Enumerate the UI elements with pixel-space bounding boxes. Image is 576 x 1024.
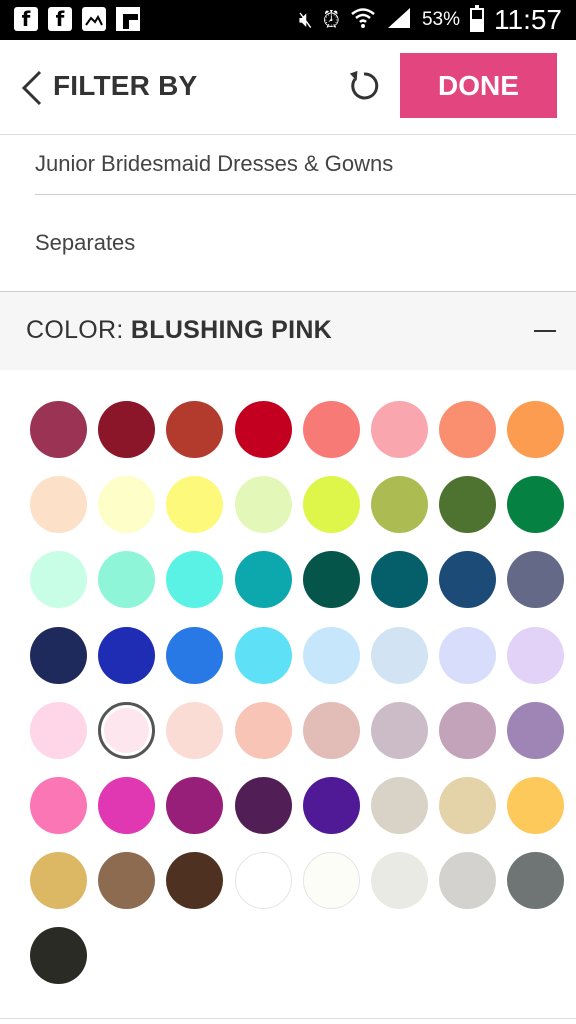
battery-percent: 53% bbox=[421, 9, 460, 30]
color-swatch-grid bbox=[0, 370, 576, 1010]
color-swatch-selected[interactable] bbox=[98, 701, 156, 759]
color-swatch[interactable] bbox=[30, 626, 87, 684]
mute-icon: 🔇︎ bbox=[298, 7, 313, 33]
color-swatch[interactable] bbox=[371, 401, 428, 458]
done-button[interactable]: DONE bbox=[400, 53, 557, 118]
color-swatch[interactable] bbox=[30, 551, 87, 609]
flipboard-icon bbox=[116, 7, 140, 31]
color-swatch[interactable] bbox=[302, 701, 360, 759]
divider bbox=[0, 1018, 576, 1019]
color-swatch[interactable] bbox=[439, 476, 497, 534]
signal-icon bbox=[386, 6, 412, 35]
color-swatch[interactable] bbox=[371, 777, 428, 834]
color-swatch[interactable] bbox=[30, 401, 87, 458]
facebook-icon: f bbox=[48, 7, 72, 31]
color-swatch[interactable] bbox=[166, 701, 224, 759]
color-swatch[interactable] bbox=[439, 626, 497, 684]
color-swatch[interactable] bbox=[507, 401, 565, 458]
color-swatch[interactable] bbox=[371, 701, 428, 759]
color-swatch[interactable] bbox=[166, 476, 224, 534]
status-bar: f f 🔇︎ ⏰︎ 53% 11:57 bbox=[0, 0, 576, 40]
color-filter-header[interactable]: COLOR: BLUSHING PINK bbox=[0, 292, 576, 370]
color-swatch[interactable] bbox=[439, 852, 497, 910]
list-item[interactable]: Separates bbox=[35, 195, 576, 291]
color-swatch[interactable] bbox=[302, 626, 360, 684]
color-swatch[interactable] bbox=[507, 701, 565, 759]
color-swatch[interactable] bbox=[439, 701, 497, 759]
list-item[interactable]: Junior Bridesmaid Dresses & Gowns bbox=[35, 134, 576, 195]
color-swatch[interactable] bbox=[507, 777, 565, 834]
filter-header: FILTER BY DONE bbox=[0, 40, 576, 135]
alarm-icon: ⏰︎ bbox=[322, 7, 340, 33]
collapse-minus-icon[interactable] bbox=[534, 330, 556, 332]
color-swatch[interactable] bbox=[234, 551, 292, 609]
color-swatch[interactable] bbox=[30, 701, 87, 759]
color-swatch[interactable] bbox=[371, 551, 428, 609]
list-item-label: Junior Bridesmaid Dresses & Gowns bbox=[35, 151, 394, 176]
reset-icon[interactable] bbox=[346, 68, 382, 104]
clock: 11:57 bbox=[494, 4, 562, 35]
color-swatch[interactable] bbox=[507, 476, 565, 534]
color-swatch[interactable] bbox=[98, 476, 156, 534]
color-swatch[interactable] bbox=[98, 852, 156, 910]
color-swatch[interactable] bbox=[166, 852, 224, 910]
page-title: FILTER BY bbox=[53, 70, 198, 101]
color-swatch[interactable] bbox=[30, 476, 87, 534]
color-label-prefix: COLOR: bbox=[26, 316, 131, 344]
color-swatch[interactable] bbox=[30, 777, 87, 834]
color-swatch[interactable] bbox=[98, 401, 156, 458]
color-swatch[interactable] bbox=[98, 777, 156, 834]
color-swatch[interactable] bbox=[302, 551, 360, 609]
selected-color-name: BLUSHING PINK bbox=[130, 316, 333, 344]
color-swatch[interactable] bbox=[234, 476, 292, 534]
color-swatch[interactable] bbox=[30, 852, 87, 910]
battery-icon bbox=[470, 5, 484, 32]
color-swatch[interactable] bbox=[371, 626, 428, 684]
color-swatch[interactable] bbox=[507, 626, 565, 684]
color-swatch[interactable] bbox=[507, 852, 565, 910]
color-swatch[interactable] bbox=[371, 476, 428, 534]
color-swatch[interactable] bbox=[302, 852, 360, 910]
list-item-label: Separates bbox=[35, 230, 136, 255]
color-swatch[interactable] bbox=[234, 626, 292, 684]
battery-fill bbox=[472, 19, 482, 30]
color-filter-label: COLOR: BLUSHING PINK bbox=[26, 316, 332, 345]
color-swatch[interactable] bbox=[98, 626, 156, 684]
color-swatch[interactable] bbox=[439, 777, 497, 834]
color-swatch[interactable] bbox=[166, 777, 224, 834]
color-swatch[interactable] bbox=[302, 401, 360, 458]
back-chevron-icon[interactable] bbox=[18, 70, 46, 106]
color-swatch[interactable] bbox=[234, 777, 292, 834]
color-swatch[interactable] bbox=[30, 927, 87, 985]
gallery-icon bbox=[82, 7, 106, 31]
color-swatch[interactable] bbox=[234, 852, 292, 910]
color-swatch[interactable] bbox=[166, 626, 224, 684]
color-swatch[interactable] bbox=[507, 551, 565, 609]
color-swatch[interactable] bbox=[166, 401, 224, 458]
color-swatch[interactable] bbox=[439, 401, 497, 458]
color-swatch[interactable] bbox=[371, 852, 428, 910]
color-swatch[interactable] bbox=[302, 777, 360, 834]
wifi-icon bbox=[350, 5, 376, 35]
color-swatch[interactable] bbox=[166, 551, 224, 609]
color-swatch[interactable] bbox=[98, 551, 156, 609]
color-swatch[interactable] bbox=[439, 551, 497, 609]
color-swatch[interactable] bbox=[234, 701, 292, 759]
color-swatch[interactable] bbox=[302, 476, 360, 534]
color-swatch[interactable] bbox=[234, 401, 292, 458]
facebook-icon: f bbox=[14, 7, 38, 31]
